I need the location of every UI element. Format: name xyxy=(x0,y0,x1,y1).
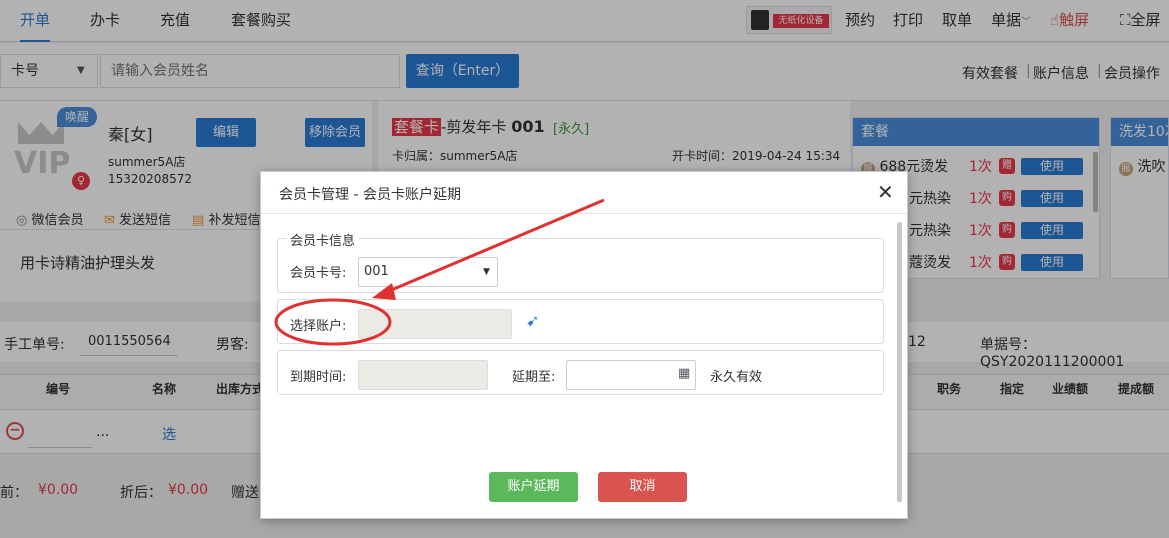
annotation-circle xyxy=(274,298,392,346)
annotation-overlay xyxy=(274,198,605,346)
annotation-arrowhead xyxy=(372,283,396,300)
annotation-arrow-line xyxy=(381,198,605,296)
